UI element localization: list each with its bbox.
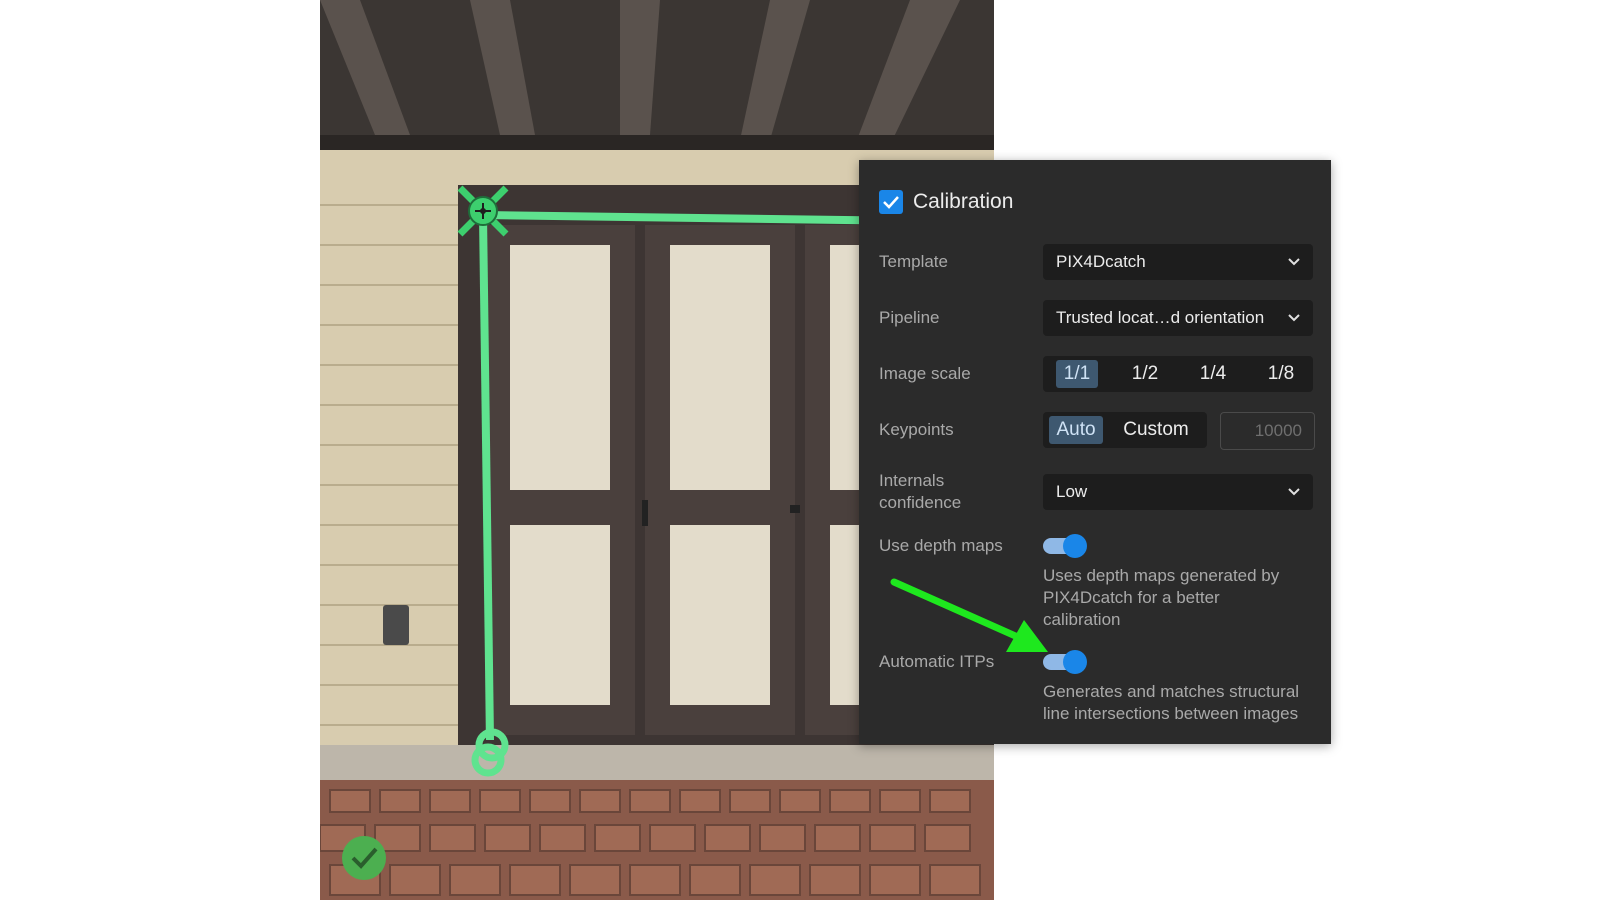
image-scale-option-1-8[interactable]: 1/8: [1260, 360, 1302, 388]
image-scale-option-1-4[interactable]: 1/4: [1192, 360, 1234, 388]
automatic-itps-description: Generates and matches structural line in…: [1043, 681, 1323, 725]
use-depth-maps-desc-line3: calibration: [1043, 610, 1121, 629]
keypoints-custom-input[interactable]: 10000: [1220, 412, 1315, 450]
chevron-down-icon: [1288, 314, 1300, 322]
keypoints-segmented: Auto Custom: [1043, 412, 1207, 448]
panel-title: Calibration: [913, 190, 1014, 213]
image-scale-option-1-2[interactable]: 1/2: [1124, 360, 1166, 388]
check-icon: [883, 196, 899, 209]
check-circle-icon: [342, 836, 386, 880]
keypoints-option-custom[interactable]: Custom: [1111, 416, 1201, 444]
pipeline-dropdown[interactable]: Trusted locat…d orientation: [1043, 300, 1313, 336]
template-label: Template: [879, 252, 948, 271]
arrow-icon: [890, 578, 1048, 652]
chevron-down-icon: [1288, 258, 1300, 266]
toggle-knob: [1063, 650, 1087, 674]
automatic-itps-desc-line1: Generates and matches structural: [1043, 682, 1300, 701]
keypoints-custom-placeholder: 10000: [1254, 421, 1302, 440]
use-depth-maps-desc-line2: PIX4Dcatch for a better: [1043, 588, 1220, 607]
image-scale-label: Image scale: [879, 364, 971, 383]
template-dropdown[interactable]: PIX4Dcatch: [1043, 244, 1313, 280]
chevron-down-icon: [1288, 488, 1300, 496]
use-depth-maps-label: Use depth maps: [879, 536, 1003, 555]
pipeline-label: Pipeline: [879, 308, 940, 327]
template-value: PIX4Dcatch: [1056, 252, 1146, 271]
internals-confidence-label-line1: Internals: [879, 471, 945, 490]
pipeline-value: Trusted locat…d orientation: [1056, 308, 1265, 327]
automatic-itps-desc-line2: line intersections between images: [1043, 704, 1299, 723]
internals-confidence-label: Internals confidence: [879, 470, 961, 514]
toggle-knob: [1063, 534, 1087, 558]
image-scale-segmented: 1/1 1/2 1/4 1/8: [1043, 356, 1313, 392]
internals-confidence-value: Low: [1056, 482, 1088, 501]
internals-confidence-dropdown[interactable]: Low: [1043, 474, 1313, 510]
use-depth-maps-desc-line1: Uses depth maps generated by: [1043, 566, 1280, 585]
keypoints-label: Keypoints: [879, 420, 954, 439]
calibration-checkbox[interactable]: [879, 190, 903, 214]
use-depth-maps-description: Uses depth maps generated by PIX4Dcatch …: [1043, 565, 1313, 631]
use-depth-maps-toggle[interactable]: [1043, 534, 1087, 558]
image-scale-option-1-1[interactable]: 1/1: [1056, 360, 1098, 388]
keypoints-option-auto[interactable]: Auto: [1049, 416, 1103, 444]
internals-confidence-label-line2: confidence: [879, 493, 962, 512]
